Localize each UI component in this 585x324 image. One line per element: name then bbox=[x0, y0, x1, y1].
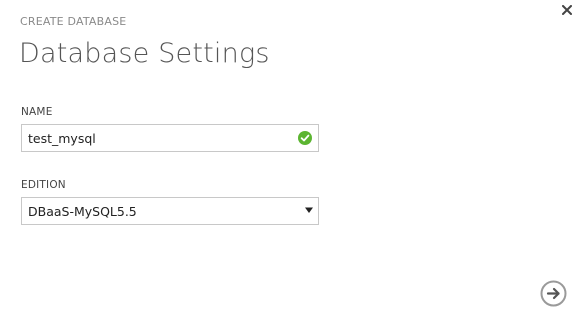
check-circle-icon bbox=[298, 131, 312, 145]
edition-select[interactable]: DBaaS-MySQL5.5 bbox=[21, 197, 319, 225]
name-label: NAME bbox=[21, 106, 53, 118]
create-database-dialog: CREATE DATABASE Database Settings NAME t… bbox=[0, 0, 585, 324]
page-title: Database Settings bbox=[19, 38, 270, 69]
close-icon bbox=[562, 5, 572, 15]
edition-select-value: DBaaS-MySQL5.5 bbox=[28, 204, 137, 219]
name-field[interactable]: test_mysql bbox=[21, 124, 319, 152]
edition-label: EDITION bbox=[21, 179, 66, 191]
name-field-value: test_mysql bbox=[28, 131, 96, 146]
close-button[interactable] bbox=[557, 0, 577, 20]
dropdown-arrow-icon bbox=[305, 207, 313, 213]
next-button[interactable] bbox=[540, 280, 567, 307]
dialog-subtitle: CREATE DATABASE bbox=[20, 15, 127, 28]
